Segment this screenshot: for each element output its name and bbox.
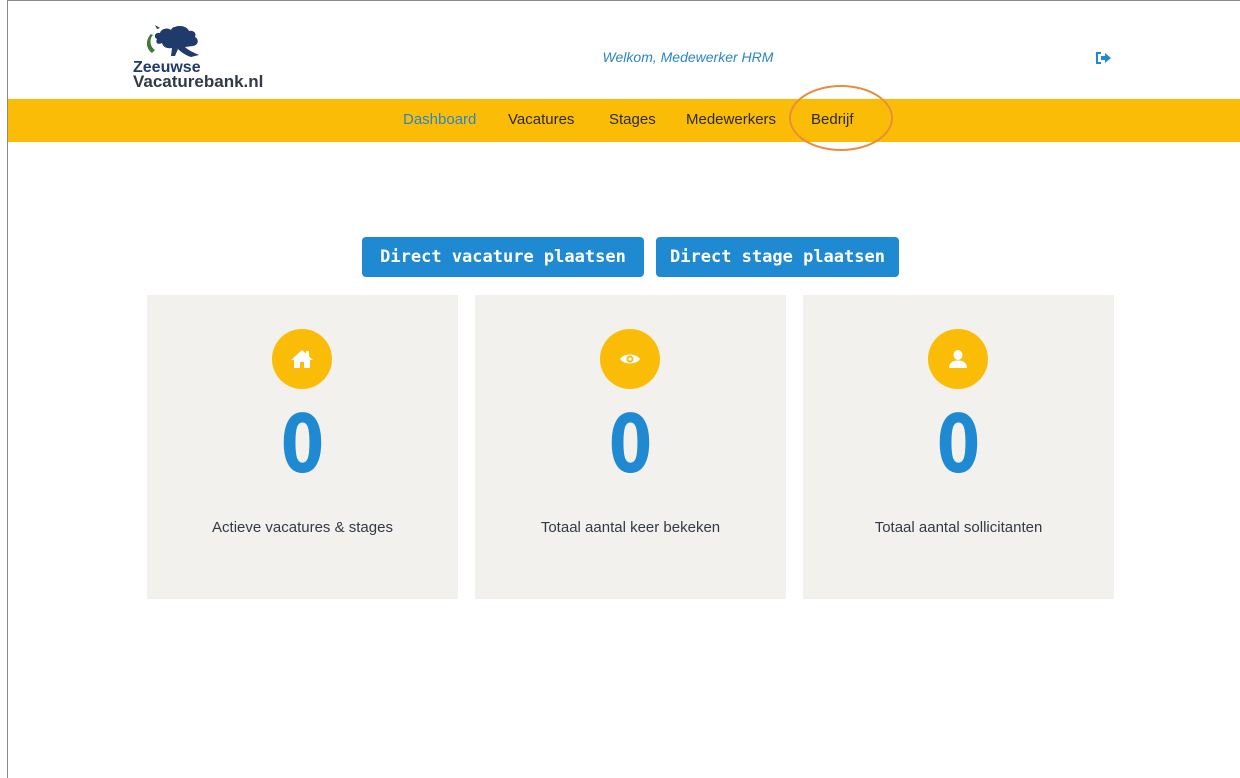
user-icon (949, 350, 967, 368)
nav-bedrijf[interactable]: Bedrijf (811, 111, 854, 128)
nav-medewerkers[interactable]: Medewerkers (686, 111, 776, 128)
app-frame: Zeeuwse Vacaturebank.nl Welkom, Medewerk… (7, 0, 1240, 778)
sign-out-icon[interactable] (1094, 50, 1112, 66)
stat-card-total-applicants: 0 Totaal aantal sollicitanten (803, 295, 1114, 599)
main-nav: Dashboard Vacatures Stages Medewerkers B… (8, 99, 1240, 142)
stat-icon-circle (272, 329, 332, 389)
stat-card-active-vacancies: 0 Actieve vacatures & stages (147, 295, 458, 599)
post-internship-button[interactable]: Direct stage plaatsen (656, 237, 899, 277)
header: Zeeuwse Vacaturebank.nl Welkom, Medewerk… (8, 1, 1240, 99)
stat-label: Actieve vacatures & stages (212, 519, 393, 536)
nav-stages[interactable]: Stages (609, 111, 656, 128)
home-icon (291, 350, 313, 368)
post-vacancy-button[interactable]: Direct vacature plaatsen (362, 237, 644, 277)
lion-logo-icon (146, 25, 199, 57)
stat-icon-circle (928, 329, 988, 389)
nav-vacatures[interactable]: Vacatures (508, 111, 574, 128)
stat-card-total-views: 0 Totaal aantal keer bekeken (475, 295, 786, 599)
stat-value: 0 (936, 398, 981, 491)
logo-text-vacaturebank: Vacaturebank.nl (133, 72, 264, 91)
welcome-message: Welkom, Medewerker HRM (602, 49, 774, 65)
stat-label: Totaal aantal sollicitanten (874, 519, 1043, 536)
stat-label: Totaal aantal keer bekeken (540, 519, 721, 536)
stat-icon-circle (600, 329, 660, 389)
stat-value: 0 (280, 398, 325, 491)
brand-logo[interactable]: Zeeuwse Vacaturebank.nl (133, 25, 273, 91)
nav-dashboard[interactable]: Dashboard (403, 111, 476, 128)
eye-icon (620, 354, 640, 364)
stat-value: 0 (608, 398, 653, 491)
